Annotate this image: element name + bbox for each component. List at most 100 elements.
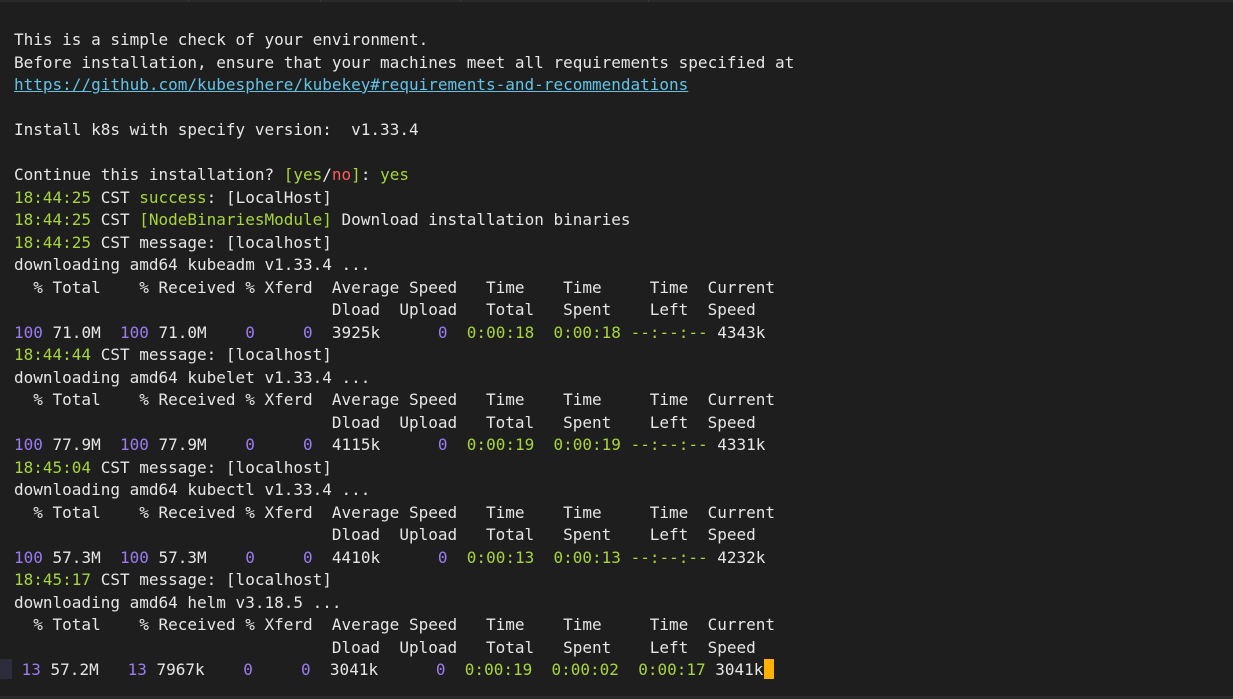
curl-header-row-1: % Total % Received % Xferd Average Speed… (14, 615, 775, 634)
install-version-line: Install k8s with specify version: v1.33.… (14, 119, 1223, 142)
time-left: 0:00:17 (638, 660, 706, 679)
log-bracket: ] (322, 210, 332, 229)
avg-dload: 3925k (312, 322, 438, 342)
log-module-message: Download installation binaries (331, 210, 631, 229)
log-message-line: 18:45:17 CST message: [localhost] (14, 569, 1223, 592)
pct-total: 100 (14, 322, 43, 342)
log-message-line: 18:44:44 CST message: [localhost] (14, 344, 1223, 367)
avg-dload: 3041k (310, 660, 436, 679)
prompt-bracket: [ (283, 165, 294, 184)
received-size: 7967k (146, 660, 244, 679)
avg-upload: 0 (437, 435, 448, 454)
log-message-line: 18:45:04 CST message: [localhost] (14, 457, 1223, 480)
time-total: 0:00:13 (466, 547, 535, 567)
log-timezone: CST (91, 210, 140, 229)
continue-prompt: Continue this installation? [yes/no]: ye… (14, 164, 1223, 187)
time-total: 0:00:19 (466, 435, 535, 454)
log-status: success (139, 187, 207, 207)
log-timestamp: 18:44:44 (14, 345, 92, 364)
tab-divider (188, 0, 189, 2)
pct-total: 100 (14, 435, 43, 454)
curl-header-row-2: Dload Upload Total Spent Left Speed (14, 637, 756, 657)
log-message: CST message: [localhost] (91, 570, 332, 589)
log-message-line: 18:44:25 CST message: [localhost] (14, 232, 1223, 255)
curl-header-row-2: Dload Upload Total Spent Left Speed (14, 525, 756, 544)
time-spent: 0:00:13 (553, 547, 621, 567)
pct-received: 13 (127, 660, 147, 679)
avg-dload: 4410k (312, 547, 438, 567)
prompt-no-option: no (331, 165, 352, 184)
total-size: 71.0M (42, 322, 120, 342)
current-speed: 4331k (707, 435, 766, 454)
log-timestamp: 18:44:25 (14, 187, 92, 207)
time-spent: 0:00:19 (553, 435, 621, 454)
log-timestamp: 18:44:25 (14, 210, 92, 229)
avg-upload: 0 (437, 322, 448, 342)
log-message: CST message: [localhost] (91, 457, 332, 477)
log-timestamp: 18:45:17 (14, 570, 92, 589)
log-message: CST message: [localhost] (91, 345, 332, 364)
log-timestamp: 18:45:04 (14, 457, 92, 477)
log-message: CST message: [localhost] (91, 232, 332, 252)
avg-upload: 0 (435, 660, 446, 679)
intro-line-1: This is a simple check of your environme… (14, 30, 429, 49)
prompt-bracket: ] (351, 165, 361, 184)
curl-progress-row: 100 57.3M 100 57.3M 0 0 4410k 0 0:00:13 … (14, 547, 1223, 570)
terminal-top-border (0, 0, 1233, 2)
selection-marker (0, 659, 12, 679)
current-speed: 4232k (707, 547, 766, 567)
log-success-line: 18:44:25 CST success: [LocalHost] (14, 187, 1223, 210)
terminal-cursor (764, 659, 775, 679)
received-size: 57.3M (148, 547, 246, 567)
time-total: 0:00:18 (466, 322, 535, 342)
prompt-colon: : (360, 165, 381, 184)
xferd-size: 0 (303, 435, 313, 454)
pct-received: 100 (119, 322, 149, 342)
pct-xferd: 0 (245, 322, 255, 342)
received-size: 71.0M (148, 322, 246, 342)
curl-header-row-1: % Total % Received % Xferd Average Speed… (14, 277, 775, 297)
curl-header-row-2: Dload Upload Total Spent Left Speed (14, 300, 756, 319)
log-timestamp: 18:44:25 (14, 232, 92, 252)
total-size: 57.2M (40, 660, 128, 679)
curl-progress-row: 100 77.9M 100 77.9M 0 0 4115k 0 0:00:19 … (14, 434, 1223, 457)
curl-header-row-2: Dload Upload Total Spent Left Speed (14, 412, 756, 432)
curl-progress-row: 13 57.2M 13 7967k 0 0 3041k 0 0:00:19 0:… (0, 659, 1223, 682)
intro-line-2: Before installation, ensure that your ma… (14, 52, 795, 72)
xferd-size: 0 (303, 547, 313, 567)
download-description: downloading amd64 helm v3.18.5 ... (14, 592, 342, 612)
current-speed: 3041k (705, 660, 764, 679)
prompt-slash: / (322, 165, 332, 184)
log-host: : [LocalHost] (206, 187, 332, 207)
time-left: --:--:-- (630, 322, 708, 342)
received-size: 77.9M (148, 435, 246, 454)
time-left: --:--:-- (630, 435, 708, 454)
time-total: 0:00:19 (464, 660, 533, 679)
time-spent: 0:00:02 (551, 660, 619, 679)
prompt-answer: yes (380, 165, 409, 184)
download-description: downloading amd64 kubelet v1.33.4 ... (14, 367, 371, 387)
avg-upload: 0 (437, 547, 448, 567)
curl-progress-row: 100 71.0M 100 71.0M 0 0 3925k 0 0:00:18 … (14, 322, 1223, 345)
pct-xferd: 0 (243, 660, 253, 679)
install-label: Install k8s with specify version: (14, 120, 352, 139)
requirements-link[interactable]: https://github.com/kubesphere/kubekey#re… (14, 75, 688, 94)
log-timezone: CST (91, 187, 140, 207)
pct-xferd: 0 (245, 435, 255, 454)
log-bracket: [ (139, 210, 149, 229)
prompt-text: Continue this installation? (14, 165, 284, 184)
install-version: v1.33.4 (351, 120, 419, 139)
pct-total: 13 (12, 660, 41, 679)
time-left: --:--:-- (630, 547, 708, 567)
pct-received: 100 (119, 547, 149, 567)
time-spent: 0:00:18 (553, 322, 621, 342)
tab-divider (460, 0, 461, 2)
terminal-output[interactable]: This is a simple check of your environme… (0, 29, 1223, 682)
log-module-line: 18:44:25 CST [NodeBinariesModule] Downlo… (14, 209, 1223, 232)
xferd-size: 0 (301, 660, 311, 679)
log-module-name: NodeBinariesModule (148, 210, 323, 229)
current-speed: 4343k (707, 322, 766, 342)
xferd-size: 0 (303, 322, 313, 342)
download-description: downloading amd64 kubeadm v1.33.4 ... (14, 255, 371, 274)
curl-header-row-1: % Total % Received % Xferd Average Speed… (14, 390, 775, 409)
